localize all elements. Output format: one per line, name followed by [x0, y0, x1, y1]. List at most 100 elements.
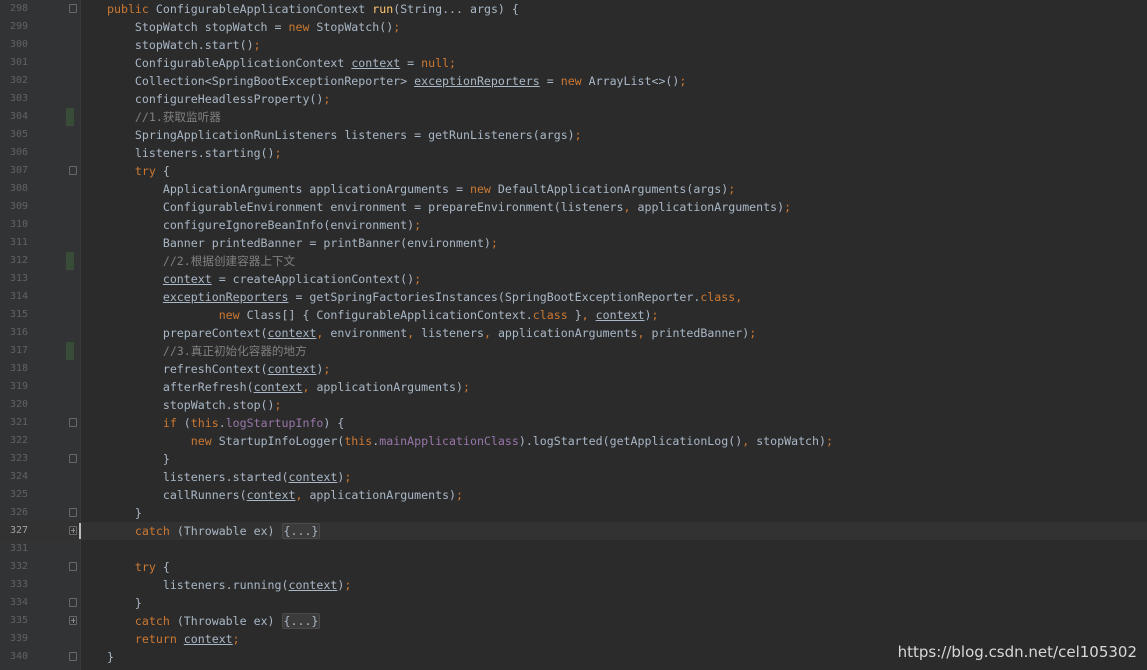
code-line[interactable]: 300 stopWatch.start(); [0, 36, 1147, 54]
fold-expand-icon[interactable] [69, 526, 77, 535]
fold-collapse-icon[interactable] [69, 508, 77, 517]
code-line[interactable]: 309 ConfigurableEnvironment environment … [0, 198, 1147, 216]
code-text[interactable]: afterRefresh(context, applicationArgumen… [107, 378, 470, 396]
code-token: Class[] { ConfigurableApplicationContext… [246, 308, 533, 322]
code-token: StopWatch stopWatch = [107, 20, 289, 34]
code-text[interactable]: } [107, 648, 114, 666]
code-text[interactable]: } [107, 450, 170, 468]
code-line[interactable]: 335 catch (Throwable ex) {...} [0, 612, 1147, 630]
fold-collapse-icon[interactable] [69, 562, 77, 571]
code-line[interactable]: 333 listeners.running(context); [0, 576, 1147, 594]
code-line[interactable]: 327 catch (Throwable ex) {...} [0, 522, 1147, 540]
code-text[interactable]: new StartupInfoLogger(this.mainApplicati… [107, 432, 833, 450]
code-line[interactable]: 334 } [0, 594, 1147, 612]
code-text[interactable]: stopWatch.start(); [107, 36, 261, 54]
code-line[interactable]: 325 callRunners(context, applicationArgu… [0, 486, 1147, 504]
code-line[interactable]: 304 //1.获取监听器 [0, 108, 1147, 126]
code-text[interactable]: context = createApplicationContext(); [107, 270, 421, 288]
code-line[interactable]: 320 stopWatch.stop(); [0, 396, 1147, 414]
code-line[interactable]: 323 } [0, 450, 1147, 468]
code-text[interactable]: } [107, 594, 142, 612]
code-line[interactable]: 314 exceptionReporters = getSpringFactor… [0, 288, 1147, 306]
code-text[interactable]: configureHeadlessProperty(); [107, 90, 330, 108]
fold-collapse-icon[interactable] [69, 166, 77, 175]
code-editor[interactable]: 298 public ConfigurableApplicationContext… [0, 0, 1147, 670]
folded-code-block[interactable]: {...} [281, 523, 321, 539]
code-line[interactable]: 306 listeners.starting(); [0, 144, 1147, 162]
code-token: return [134, 632, 184, 646]
code-token: new [469, 182, 498, 196]
folded-code-block[interactable]: {...} [281, 613, 321, 629]
code-text[interactable]: stopWatch.stop(); [107, 396, 282, 414]
code-line[interactable]: 331 [0, 540, 1147, 558]
vcs-change-marker[interactable] [66, 252, 74, 270]
code-text[interactable]: configureIgnoreBeanInfo(environment); [107, 216, 421, 234]
code-text[interactable]: new Class[] { ConfigurableApplicationCon… [107, 306, 659, 324]
code-text[interactable]: //2.根据创建容器上下文 [107, 252, 295, 270]
code-text[interactable]: try { [107, 558, 170, 576]
code-text[interactable]: StopWatch stopWatch = new StopWatch(); [107, 18, 400, 36]
code-text[interactable]: SpringApplicationRunListeners listeners … [107, 126, 582, 144]
code-line[interactable]: 299 StopWatch stopWatch = new StopWatch(… [0, 18, 1147, 36]
code-line[interactable]: 311 Banner printedBanner = printBanner(e… [0, 234, 1147, 252]
code-token: stopWatch.stop() [107, 398, 275, 412]
fold-collapse-icon[interactable] [69, 598, 77, 607]
code-text[interactable]: ApplicationArguments applicationArgument… [107, 180, 735, 198]
code-text[interactable]: public ConfigurableApplicationContext ru… [107, 0, 519, 18]
code-line[interactable]: 318 refreshContext(context); [0, 360, 1147, 378]
code-line[interactable]: 332 try { [0, 558, 1147, 576]
code-token: ; [344, 470, 352, 484]
code-token: logStartupInfo [225, 416, 324, 430]
code-line[interactable]: 313 context = createApplicationContext()… [0, 270, 1147, 288]
code-line[interactable]: 319 afterRefresh(context, applicationArg… [0, 378, 1147, 396]
code-text[interactable]: catch (Throwable ex) {...} [107, 612, 321, 630]
code-text[interactable]: Banner printedBanner = printBanner(envir… [107, 234, 498, 252]
code-text[interactable]: catch (Throwable ex) {...} [107, 522, 321, 540]
code-text[interactable]: //3.真正初始化容器的地方 [107, 342, 307, 360]
code-line[interactable]: 307 try { [0, 162, 1147, 180]
code-text[interactable]: ConfigurableApplicationContext context =… [107, 54, 456, 72]
line-number: 310 [9, 219, 28, 230]
code-line[interactable]: 301 ConfigurableApplicationContext conte… [0, 54, 1147, 72]
fold-collapse-icon[interactable] [69, 454, 77, 463]
code-line[interactable]: 321 if (this.logStartupInfo) { [0, 414, 1147, 432]
code-text[interactable]: listeners.running(context); [107, 576, 352, 594]
code-text[interactable]: //1.获取监听器 [107, 108, 221, 126]
code-line[interactable]: 298 public ConfigurableApplicationContext… [0, 0, 1147, 18]
code-token: printedBanner) [651, 326, 750, 340]
code-text[interactable]: listeners.starting(); [107, 144, 282, 162]
code-token: listeners.starting() [107, 146, 275, 160]
code-line[interactable]: 322 new StartupInfoLogger(this.mainAppli… [0, 432, 1147, 450]
code-text[interactable]: listeners.started(context); [107, 468, 352, 486]
vcs-change-marker[interactable] [66, 342, 74, 360]
code-line[interactable]: 312 //2.根据创建容器上下文 [0, 252, 1147, 270]
code-text[interactable]: prepareContext(context, environment, lis… [107, 324, 756, 342]
code-text[interactable]: if (this.logStartupInfo) { [107, 414, 345, 432]
code-line[interactable]: 324 listeners.started(context); [0, 468, 1147, 486]
code-line[interactable]: 308 ApplicationArguments applicationArgu… [0, 180, 1147, 198]
code-line[interactable]: 310 configureIgnoreBeanInfo(environment)… [0, 216, 1147, 234]
code-token: ; [414, 272, 422, 286]
code-line[interactable]: 316 prepareContext(context, environment,… [0, 324, 1147, 342]
line-number: 320 [9, 399, 28, 410]
vcs-change-marker[interactable] [66, 108, 74, 126]
code-text[interactable]: callRunners(context, applicationArgument… [107, 486, 463, 504]
code-line[interactable]: 326 } [0, 504, 1147, 522]
fold-collapse-icon[interactable] [69, 4, 77, 13]
fold-collapse-icon[interactable] [69, 652, 77, 661]
code-text[interactable]: ConfigurableEnvironment environment = pr… [107, 198, 791, 216]
code-text[interactable]: Collection<SpringBootExceptionReporter> … [107, 72, 686, 90]
code-line[interactable]: 315 new Class[] { ConfigurableApplicatio… [0, 306, 1147, 324]
code-line[interactable]: 303 configureHeadlessProperty(); [0, 90, 1147, 108]
code-text[interactable]: return context; [107, 630, 240, 648]
code-text[interactable]: refreshContext(context); [107, 360, 331, 378]
code-line[interactable]: 305 SpringApplicationRunListeners listen… [0, 126, 1147, 144]
code-text[interactable]: } [107, 504, 142, 522]
fold-expand-icon[interactable] [69, 616, 77, 625]
code-token: context [595, 308, 645, 322]
code-text[interactable]: exceptionReporters = getSpringFactoriesI… [107, 288, 742, 306]
code-text[interactable]: try { [107, 162, 170, 180]
fold-collapse-icon[interactable] [69, 418, 77, 427]
code-line[interactable]: 317 //3.真正初始化容器的地方 [0, 342, 1147, 360]
code-line[interactable]: 302 Collection<SpringBootExceptionReport… [0, 72, 1147, 90]
